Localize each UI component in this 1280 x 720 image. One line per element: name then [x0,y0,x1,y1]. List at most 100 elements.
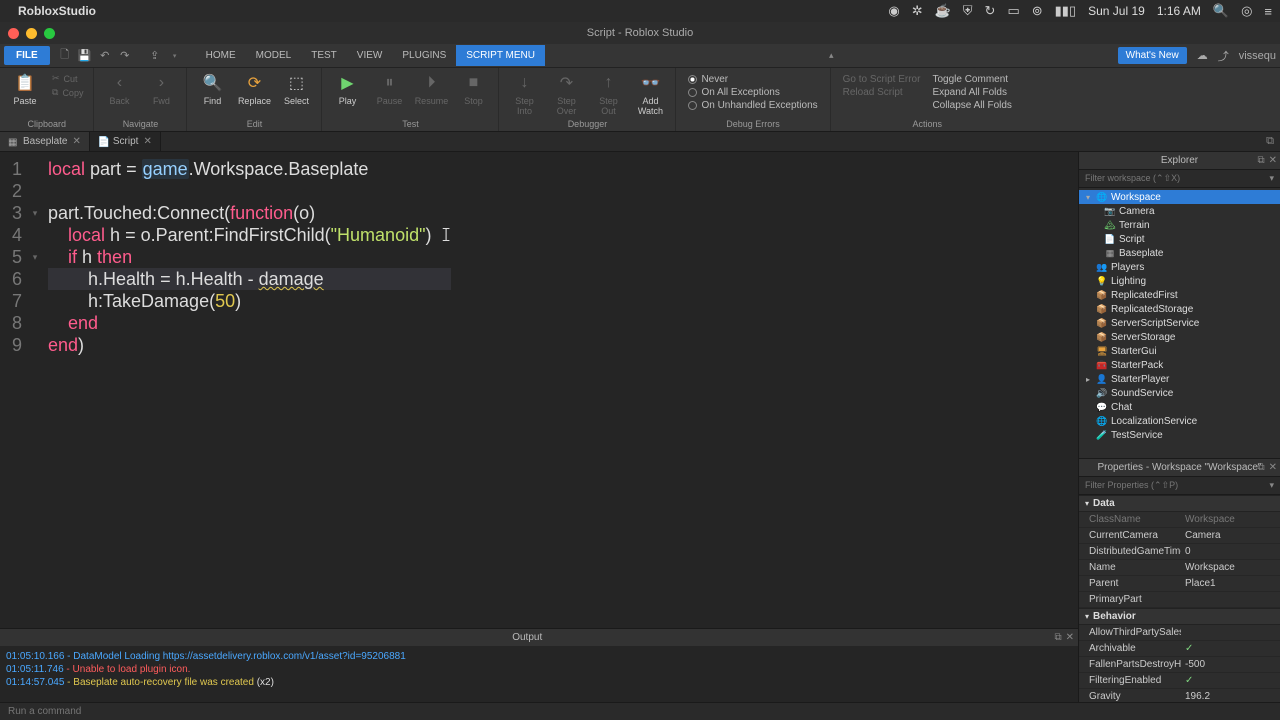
prop-classname[interactable]: ClassNameWorkspace [1079,512,1280,528]
collapse-folds[interactable]: Collapse All Folds [932,100,1011,111]
ribbon-tab-model[interactable]: MODEL [246,45,302,66]
tree-item-testservice[interactable]: 🧪TestService [1079,428,1280,442]
filter-dropdown-icon[interactable]: ▾ [1269,480,1274,491]
prop-allowthirdpartysales[interactable]: AllowThirdPartySales [1079,625,1280,641]
steam-icon[interactable]: ◉ [888,3,899,19]
prop-parent[interactable]: ParentPlace1 [1079,576,1280,592]
stop-button[interactable]: ■Stop [454,70,492,108]
prop-currentcamera[interactable]: CurrentCameraCamera [1079,528,1280,544]
tree-item-workspace[interactable]: ▾🌐Workspace [1079,190,1280,204]
ribbon-tab-home[interactable]: HOME [196,45,246,66]
find-button[interactable]: 🔍Find [193,70,231,108]
prop-fallenpartsdestroyheight[interactable]: FallenPartsDestroyHeight-500 [1079,657,1280,673]
popout-icon[interactable]: ⧉ [1260,132,1280,151]
props-popout-icon[interactable]: ⧉ [1257,462,1264,473]
tab-close-icon[interactable]: ✕ [143,136,151,147]
app-name[interactable]: RobloxStudio [18,4,96,18]
tree-item-script[interactable]: 📄Script [1079,232,1280,246]
user-label[interactable]: vissequ [1239,50,1276,62]
tree-item-baseplate[interactable]: ▦Baseplate [1079,246,1280,260]
properties-body[interactable]: ▾DataClassNameWorkspaceCurrentCameraCame… [1079,495,1280,702]
tree-item-replicatedstorage[interactable]: 📦ReplicatedStorage [1079,302,1280,316]
pause-button[interactable]: ⏸Pause [370,70,408,108]
prop-filteringenabled[interactable]: FilteringEnabled✓ [1079,673,1280,689]
props-close-icon[interactable]: ✕ [1269,462,1277,473]
break-all[interactable]: On All Exceptions [688,87,817,98]
new-icon[interactable]: 🗋 [58,49,72,63]
doc-tab-baseplate[interactable]: ▦Baseplate✕ [0,132,90,151]
file-menu[interactable]: FILE [4,46,50,65]
prop-name[interactable]: NameWorkspace [1079,560,1280,576]
qa-dropdown-icon[interactable]: ▾ [168,49,182,63]
doc-tab-script[interactable]: 📄Script✕ [90,132,161,151]
ribbon-collapse-icon[interactable]: ▴ [829,50,834,61]
tree-item-soundservice[interactable]: 🔊SoundService [1079,386,1280,400]
prop-archivable[interactable]: Archivable✓ [1079,641,1280,657]
select-button[interactable]: ⬚Select [277,70,315,108]
output-close-icon[interactable]: ✕ [1066,632,1074,643]
battery-icon[interactable]: ▮▮▯ [1055,3,1076,19]
save-icon[interactable]: 💾 [78,49,92,63]
filter-dropdown-icon[interactable]: ▾ [1269,173,1274,184]
wifi-icon[interactable]: ⊚ [1032,3,1043,19]
paste-button[interactable]: 📋 Paste [6,70,44,108]
ribbon-tab-test[interactable]: TEST [301,45,347,66]
expand-folds[interactable]: Expand All Folds [932,87,1011,98]
code-area[interactable]: local part = game.Workspace.Baseplatepar… [42,152,451,628]
explorer-close-icon[interactable]: ✕ [1269,155,1277,166]
fold-gutter[interactable]: ▾▾ [28,152,42,628]
properties-filter[interactable]: Filter Properties (⌃⇧P) ▾ [1079,477,1280,495]
display-icon[interactable]: ▭ [1007,3,1019,19]
tree-item-chat[interactable]: 💬Chat [1079,400,1280,414]
copy-button[interactable]: ⧉Copy [50,86,85,99]
ribbon-tab-script menu[interactable]: SCRIPT MENU [456,45,545,66]
command-input[interactable] [8,706,1272,717]
minimize-button[interactable] [26,28,37,39]
tree-item-starterpack[interactable]: 🧰StarterPack [1079,358,1280,372]
tree-item-starterplayer[interactable]: ▸👤StarterPlayer [1079,372,1280,386]
step-into-button[interactable]: ↓Step Into [505,70,543,118]
ribbon-tab-view[interactable]: VIEW [347,45,393,66]
share-icon[interactable]: ⤴ [1218,48,1229,64]
tree-arrow-icon[interactable]: ▸ [1083,375,1093,384]
output-popout-icon[interactable]: ⧉ [1054,632,1061,643]
prop-distributedgametime[interactable]: DistributedGameTime0 [1079,544,1280,560]
prop-section-data[interactable]: ▾Data [1079,495,1280,512]
go-to-error[interactable]: Go to Script Error [843,74,921,85]
tree-item-players[interactable]: 👥Players [1079,260,1280,274]
timemachine-icon[interactable]: ↻ [985,3,996,19]
toggle-comment[interactable]: Toggle Comment [932,74,1011,85]
tree-item-serverscriptservice[interactable]: 📦ServerScriptService [1079,316,1280,330]
tree-item-camera[interactable]: 📷Camera [1079,204,1280,218]
cloud-icon[interactable]: ☁ [1197,49,1208,62]
break-unhandled[interactable]: On Unhandled Exceptions [688,100,817,111]
tree-item-replicatedfirst[interactable]: 📦ReplicatedFirst [1079,288,1280,302]
close-button[interactable] [8,28,19,39]
ribbon-tab-plugins[interactable]: PLUGINS [392,45,456,66]
tree-item-lighting[interactable]: 💡Lighting [1079,274,1280,288]
tree-item-startergui[interactable]: 🖥StarterGui [1079,344,1280,358]
fan-icon[interactable]: ✲ [912,3,923,19]
tree-item-terrain[interactable]: 🏔Terrain [1079,218,1280,232]
prop-section-behavior[interactable]: ▾Behavior [1079,608,1280,625]
tree-item-localizationservice[interactable]: 🌐LocalizationService [1079,414,1280,428]
prop-primarypart[interactable]: PrimaryPart [1079,592,1280,608]
tab-close-icon[interactable]: ✕ [72,136,80,147]
notif-icon[interactable]: ≡ [1264,4,1272,19]
prop-gravity[interactable]: Gravity196.2 [1079,689,1280,702]
shield-icon[interactable]: ⛨ [963,3,973,19]
menubar-time[interactable]: 1:16 AM [1157,4,1201,18]
step-over-button[interactable]: ↷Step Over [547,70,585,118]
command-bar[interactable] [0,702,1280,720]
coffee-icon[interactable]: ☕ [935,3,951,19]
resume-button[interactable]: ⏵Resume [412,70,450,108]
explorer-tree[interactable]: ▾🌐Workspace📷Camera🏔Terrain📄Script▦Basepl… [1079,188,1280,458]
replace-button[interactable]: ⟳Replace [235,70,273,108]
add-watch-button[interactable]: 👓Add Watch [631,70,669,118]
output-panel[interactable]: 01:05:10.166 - DataModel Loading https:/… [0,646,1078,702]
explorer-filter[interactable]: Filter workspace (⌃⇧X) ▾ [1079,170,1280,188]
fwd-button[interactable]: ›Fwd [142,70,180,108]
spotlight-icon[interactable]: 🔍 [1213,3,1229,19]
maximize-button[interactable] [44,28,55,39]
cut-button[interactable]: ✂Cut [50,72,85,85]
